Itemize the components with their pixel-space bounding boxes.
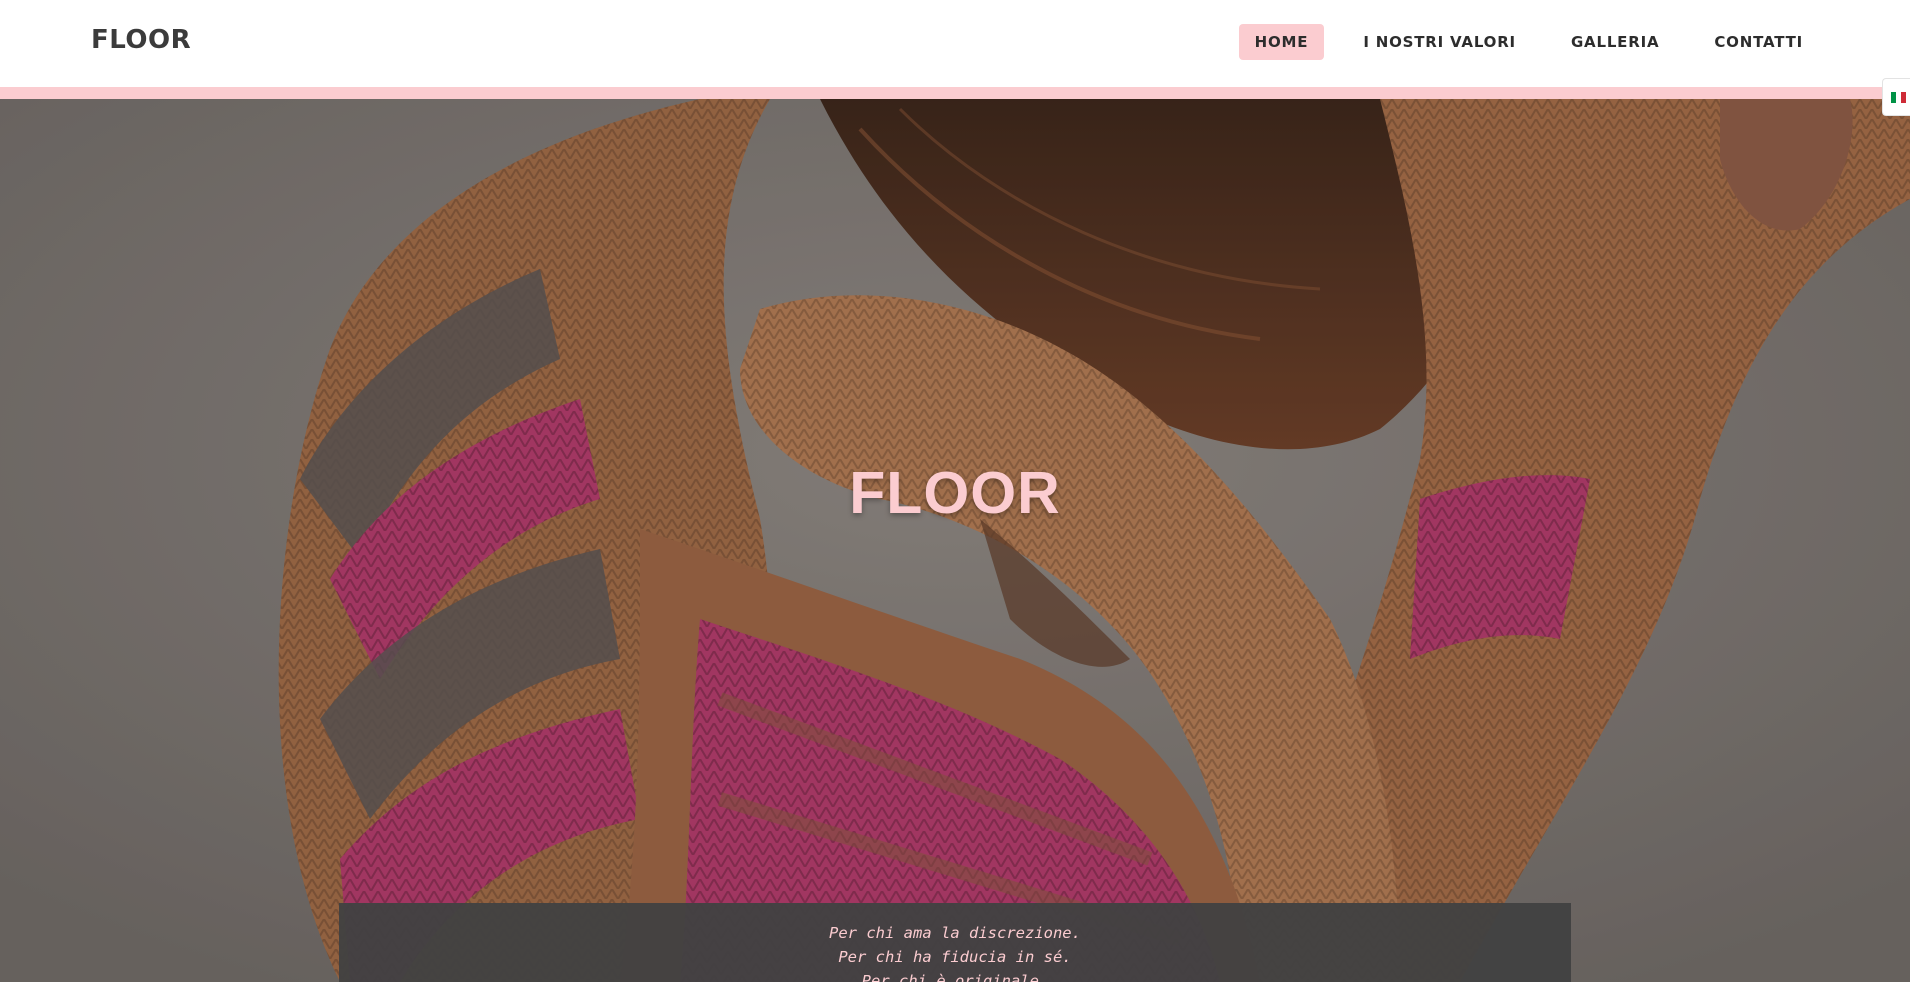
italian-flag-icon [1890, 91, 1907, 103]
site-logo[interactable]: FLOOR [91, 25, 191, 55]
tagline-box: Per chi ama la discrezione. Per chi ha f… [339, 903, 1571, 982]
hero-section: FLOOR [0, 99, 1910, 982]
nav-item-contacts[interactable]: CONTATTI [1698, 24, 1819, 60]
tagline-line: Per chi ha fiducia in sé. [838, 948, 1072, 966]
main-nav: HOME I NOSTRI VALORI GALLERIA CONTATTI [1216, 24, 1819, 60]
nav-item-values[interactable]: I NOSTRI VALORI [1347, 24, 1532, 60]
nav-item-gallery[interactable]: GALLERIA [1555, 24, 1675, 60]
hero-title: FLOOR [849, 460, 1061, 526]
hero-overlay [0, 99, 1910, 982]
nav-item-home[interactable]: HOME [1238, 24, 1325, 60]
site-header: FLOOR HOME I NOSTRI VALORI GALLERIA CONT… [0, 0, 1910, 87]
language-switcher[interactable] [1882, 78, 1910, 116]
tagline-line: Per chi ama la discrezione. [829, 924, 1081, 942]
tagline-line: Per chi è originale. [861, 972, 1049, 982]
header-accent-bar [0, 87, 1910, 99]
